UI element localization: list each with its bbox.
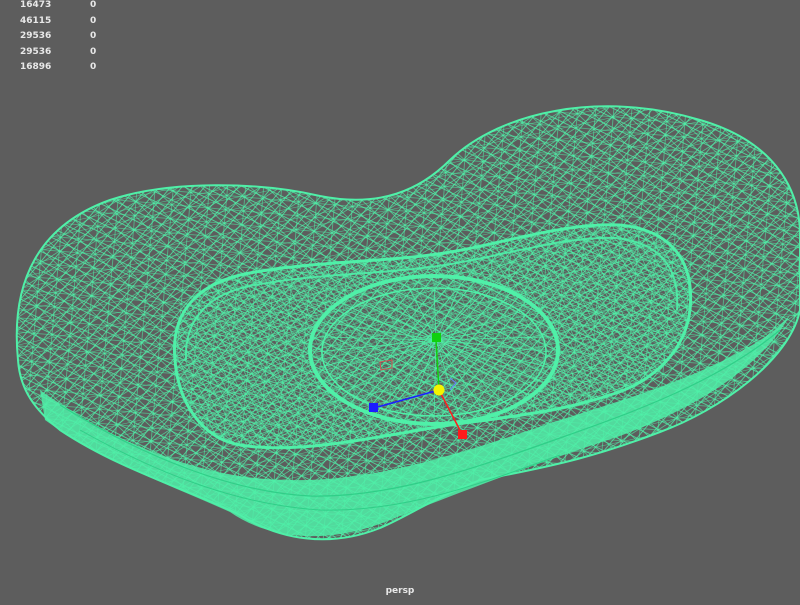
hud-count: 29536 [20, 46, 52, 57]
hud-count: 16896 [20, 62, 52, 72]
x-axis-handle[interactable] [458, 430, 467, 439]
hud-selected: 0 [90, 62, 97, 72]
y-axis-handle[interactable] [432, 333, 441, 342]
hud-selected: 0 [90, 15, 97, 26]
hud-count: 46115 [20, 15, 52, 26]
z-axis-handle[interactable] [369, 403, 378, 412]
center-handle[interactable] [433, 384, 445, 396]
mesh-center-cup [308, 274, 560, 426]
hud-count: 29536 [20, 31, 52, 41]
hud-selected: 0 [90, 0, 97, 10]
hud-selected: 0 [90, 31, 97, 41]
wireframe-scene[interactable] [0, 0, 800, 600]
camera-label: persp [385, 586, 415, 596]
hud-selected: 0 [90, 46, 97, 57]
viewport-panel[interactable]: 16473 0 46115 0 29536 0 29536 0 16896 0 … [0, 0, 800, 600]
hud-count: 16473 [20, 0, 52, 10]
